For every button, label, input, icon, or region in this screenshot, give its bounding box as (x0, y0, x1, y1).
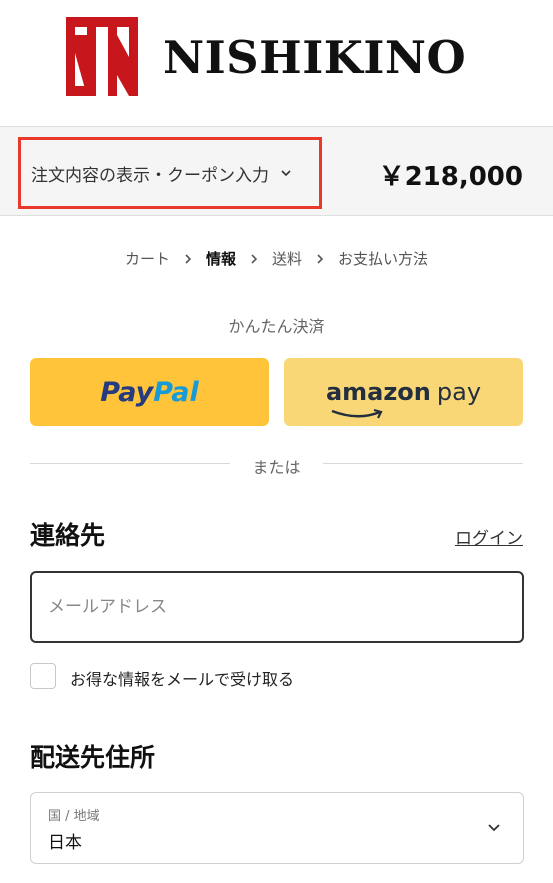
order-summary-label: 注文内容の表示・クーポン入力 (31, 165, 269, 186)
paypal-logo: PayPal (100, 376, 199, 408)
nishikino-logo-icon (66, 17, 138, 96)
breadcrumb-shipping: 送料 (272, 250, 303, 268)
breadcrumb-payment: お支払い方法 (338, 250, 429, 268)
divider-right (323, 463, 523, 464)
chevron-right-icon (251, 253, 258, 264)
shipping-address-title: 配送先住所 (30, 743, 156, 772)
chevron-right-icon (185, 253, 192, 264)
email-field[interactable] (30, 571, 524, 643)
chevron-down-icon (281, 170, 291, 177)
country-select[interactable]: 国 / 地域 日本 (30, 792, 524, 864)
breadcrumb-cart[interactable]: カート (125, 248, 170, 269)
marketing-checkbox[interactable] (30, 663, 56, 689)
brand-name: NISHIKINO (163, 31, 467, 84)
chevron-down-icon (488, 824, 500, 832)
amazon-pay-logo: amazon pay (326, 378, 481, 419)
login-link[interactable]: ログイン (455, 524, 523, 549)
breadcrumb: カート 情報 送料 お支払い方法 (0, 248, 553, 269)
order-summary-toggle[interactable]: 注文内容の表示・クーポン入力 (18, 137, 322, 209)
order-summary-bar: 注文内容の表示・クーポン入力 ￥218,000 (0, 126, 553, 216)
marketing-checkbox-label[interactable]: お得な情報をメールで受け取る (70, 666, 294, 690)
amazon-pay-button[interactable]: amazon pay (284, 358, 523, 426)
country-select-label: 国 / 地域 (48, 809, 100, 824)
or-divider-text: または (252, 458, 301, 477)
country-select-value: 日本 (48, 833, 82, 853)
contact-title: 連絡先 (30, 521, 106, 550)
paypal-button[interactable]: PayPal (30, 358, 269, 426)
amazon-smile-icon (331, 408, 383, 419)
breadcrumb-information: 情報 (205, 250, 236, 268)
express-checkout-label: かんたん決済 (228, 317, 325, 336)
order-total: ￥218,000 (378, 162, 523, 192)
chevron-right-icon (317, 253, 324, 264)
header: NISHIKINO (0, 0, 553, 126)
